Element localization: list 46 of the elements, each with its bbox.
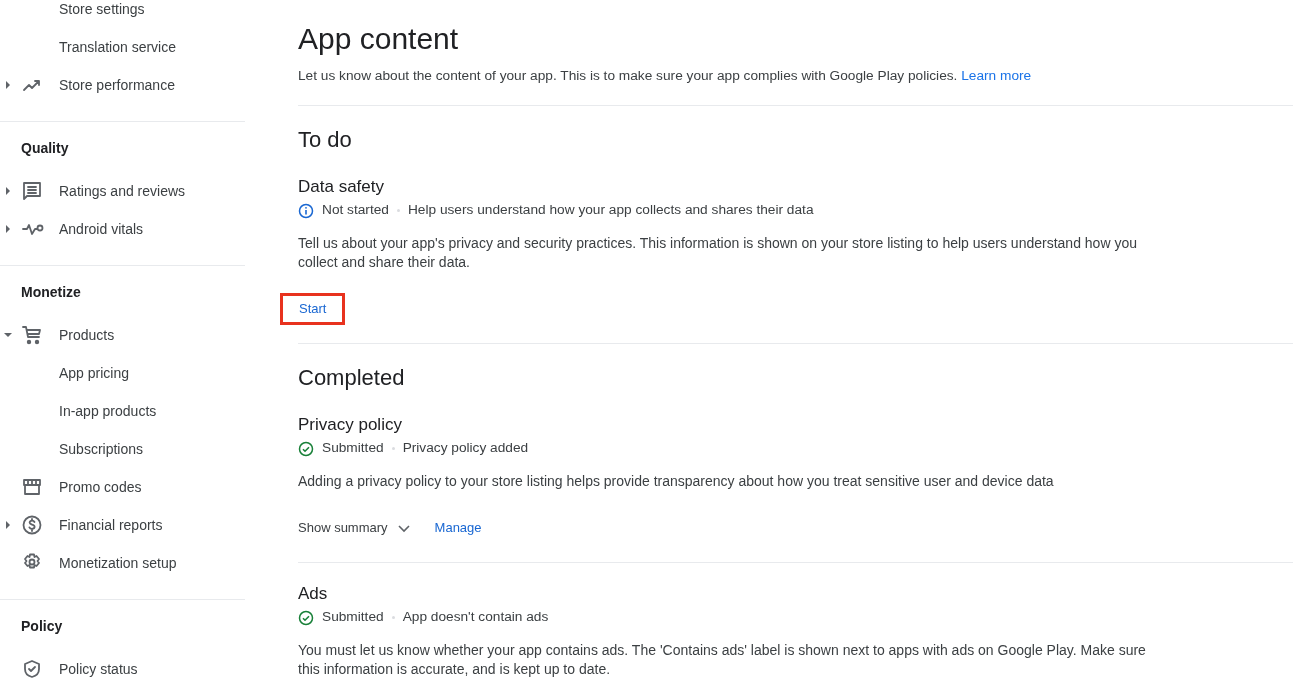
caret-down-icon[interactable] <box>3 330 13 340</box>
sidebar-item[interactable]: In-app products <box>0 392 245 430</box>
sidebar-item[interactable]: Ratings and reviews <box>0 172 245 210</box>
show-summary-button[interactable]: Show summary <box>298 511 411 544</box>
sidebar-item[interactable]: Policy status <box>0 650 245 680</box>
section-heading: To do <box>298 125 353 154</box>
status-label: Submitted <box>322 608 384 627</box>
caret-right-icon[interactable] <box>3 224 13 234</box>
sidebar-item[interactable]: Store performance <box>0 66 245 104</box>
section-heading: Completed <box>298 363 406 392</box>
sidebar-item[interactable]: Store settings <box>0 0 245 28</box>
task-description: Adding a privacy policy to your store listing helps provide transparency about how you treat sensitive user and device data <box>298 471 1055 491</box>
sidebar-item[interactable]: Subscriptions <box>0 430 245 468</box>
task-description: You must let us know whether your app contains ads. The 'Contains ads' label is shown next to apps with ads on Google Play. Make sure this information is accurate, and is kept up to date. <box>298 640 1147 679</box>
section-heading: Policy <box>20 616 64 636</box>
sidebar-item[interactable]: Android vitals <box>0 210 245 248</box>
status-summary: Privacy policy added <box>402 439 529 458</box>
storefront-icon <box>22 477 42 497</box>
sidebar-item[interactable]: App pricing <box>0 354 245 392</box>
status-label: Submitted <box>322 439 384 458</box>
comment-icon <box>22 181 42 201</box>
dollar-icon <box>22 515 42 535</box>
link-button[interactable]: Manage <box>434 511 482 544</box>
sidebar-item[interactable]: Products <box>0 316 245 354</box>
status-summary: App doesn't contain ads <box>402 608 549 627</box>
task-description: Tell us about your app's privacy and security practices. This information is shown on your store listing to help users understand how you collect and share their data. <box>298 233 1138 272</box>
learn-more-link[interactable]: Learn more <box>961 68 1032 83</box>
status-label: Not started <box>322 201 389 220</box>
sidebar-item[interactable]: Financial reports <box>0 506 245 544</box>
task-title: Privacy policy <box>298 413 403 436</box>
task-title: Data safety <box>298 175 385 198</box>
task-title: Ads <box>298 582 329 605</box>
section-heading: Monetize <box>20 282 82 302</box>
caret-right-icon[interactable] <box>3 80 13 90</box>
section-heading: Quality <box>20 138 70 158</box>
page-title: App content <box>298 21 460 57</box>
page-description: Let us know about the content of your app. This is to make sure your app complies with Google Play policies. Learn more <box>298 67 1033 85</box>
sidebar-item[interactable]: Translation service <box>0 28 245 66</box>
caret-right-icon[interactable] <box>3 186 13 196</box>
shield-icon <box>22 659 42 679</box>
link-button[interactable]: Start <box>280 292 346 325</box>
status-summary: Help users understand how your app collects and shares their data <box>407 201 814 220</box>
cart-icon <box>22 325 42 345</box>
sidebar-item[interactable]: Monetization setup <box>0 544 245 582</box>
caret-right-icon[interactable] <box>3 520 13 530</box>
sidebar-item[interactable]: Promo codes <box>0 468 245 506</box>
